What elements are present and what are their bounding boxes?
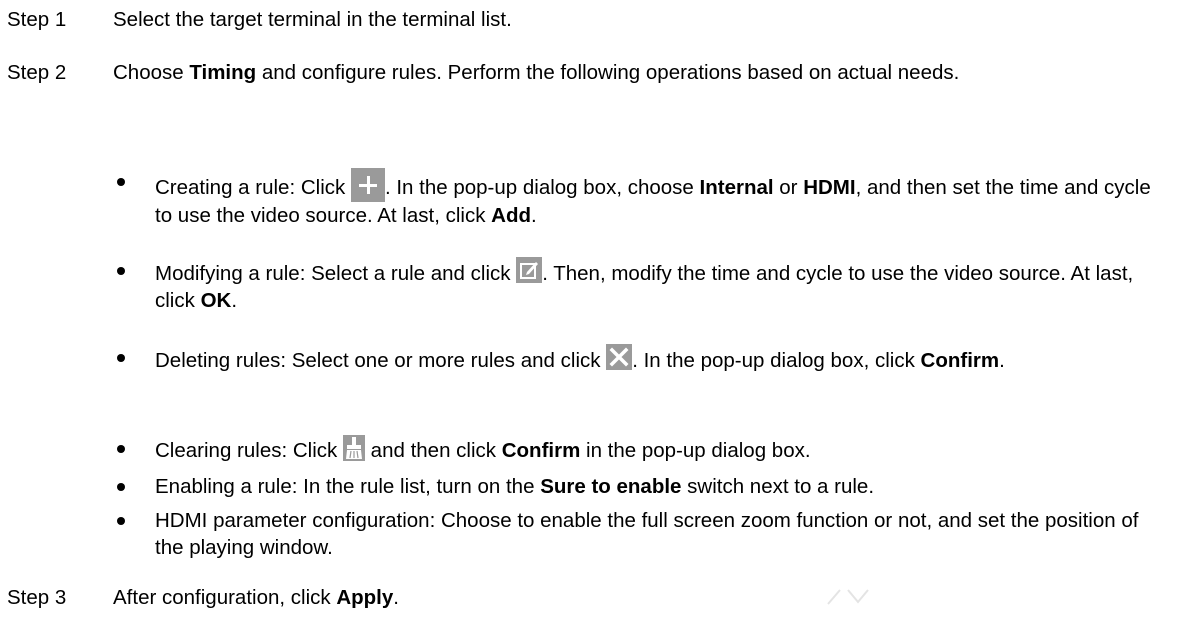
bullet-dot: [117, 354, 125, 362]
close-icon: [606, 344, 633, 370]
bullet-dot: [117, 517, 125, 525]
bullet-dot: [117, 445, 125, 453]
step-text: Choose Timing and configure rules. Perfo…: [113, 61, 960, 84]
step-number: Step 3: [7, 586, 67, 609]
step-number: Step 1: [7, 8, 67, 31]
plus-icon: [350, 168, 385, 202]
ui-term-apply: Apply: [336, 586, 394, 609]
watermark-mark: [827, 589, 869, 605]
step-text: Select the target terminal in the termin…: [113, 8, 512, 31]
bullet-text: Modifying a rule: Select a rule and clic…: [155, 257, 1165, 314]
ui-term-timing: Timing: [189, 61, 257, 84]
bullet-dot: [117, 483, 125, 491]
bullet-text: HDMI parameter configuration: Choose to …: [155, 509, 1139, 559]
bullet-text: Clearing rules: Click and then click Con…: [155, 435, 1165, 464]
broom-icon: [342, 435, 365, 461]
step-number: Step 2: [7, 61, 67, 84]
bullet-text: Creating a rule: Click . In the pop-up d…: [155, 168, 1165, 229]
edit-icon: [516, 257, 543, 283]
bullet-dot: [117, 267, 125, 275]
bullet-text: Enabling a rule: In the rule list, turn …: [155, 475, 875, 498]
bullet-dot: [117, 178, 125, 186]
step-text: After configuration, click Apply.: [113, 586, 399, 609]
bullet-text: Deleting rules: Select one or more rules…: [155, 344, 1165, 374]
